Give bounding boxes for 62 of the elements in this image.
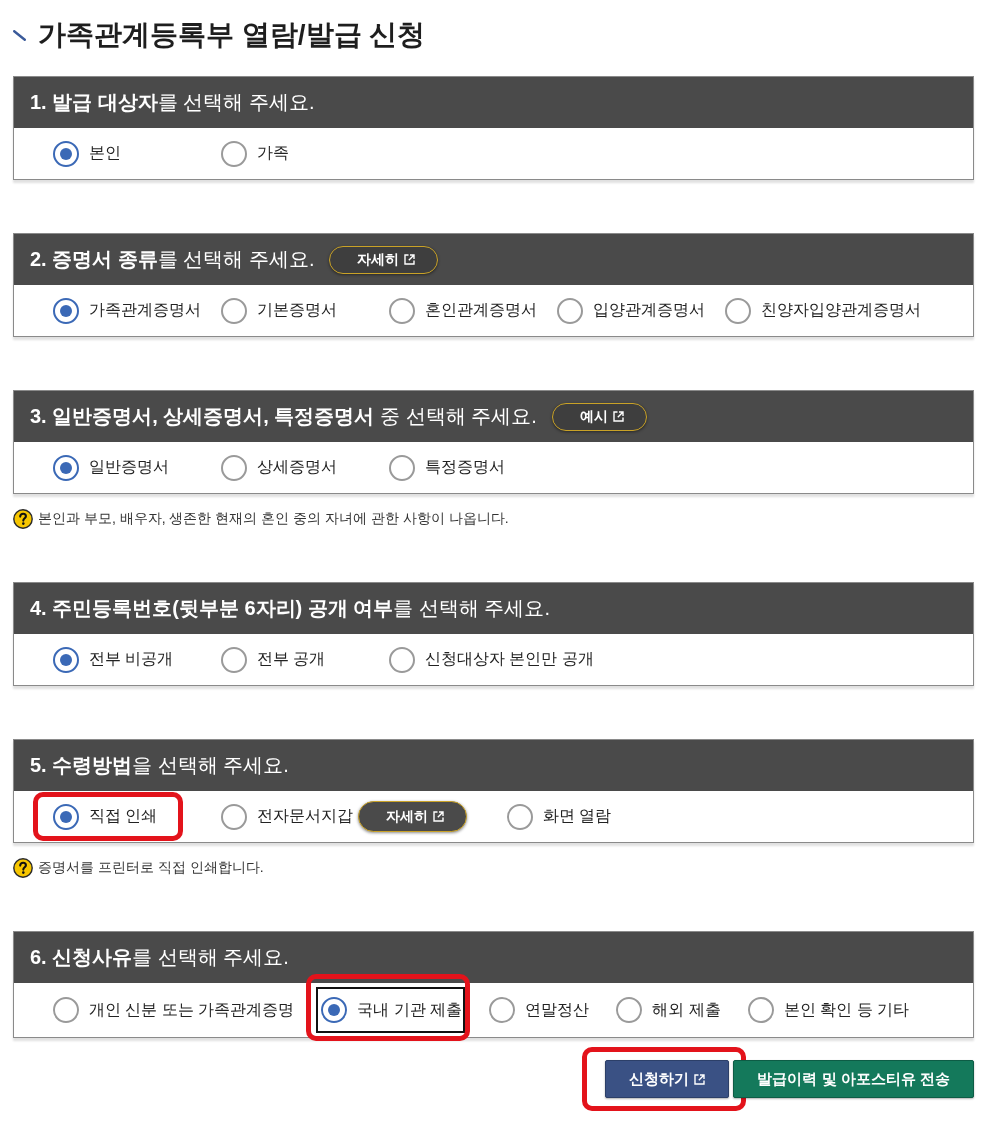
transfer-button[interactable]: 발급이력 및 아포스티유 전송 [733,1060,974,1098]
option-label[interactable]: 신청대상자 본인만 공개 [425,649,594,670]
option-label[interactable]: 특정증명서 [425,457,505,478]
info-link-button[interactable]: 자세히 [329,245,439,274]
help-note: 본인과 부모, 배우자, 생존한 현재의 혼인 중의 자녀에 관한 사항이 나옵니다. [38,510,509,528]
radio-button[interactable] [221,454,247,481]
section-heading: 6. 신청사유를 선택해 주세요. [30,945,289,970]
option-label[interactable]: 가족 [257,143,289,164]
radio-button[interactable] [616,997,643,1023]
option-label[interactable]: 가족관계증명서 [89,300,201,321]
section-heading: 3. 일반증명서, 상세증명서, 특정증명서 중 선택해 주세요. [30,404,537,429]
option-label[interactable]: 화면 열람 [543,806,612,827]
radio-button[interactable] [321,997,348,1023]
option-label[interactable]: 직접 인쇄 [89,806,158,827]
help-icon [13,509,33,529]
option-label[interactable]: 본인 확인 등 기타 [783,999,910,1021]
radio-button[interactable] [507,803,533,830]
info-link-button[interactable]: 예시 [551,402,647,431]
radio-button[interactable] [53,646,79,673]
radio-button[interactable] [725,297,751,324]
radio-button[interactable] [221,297,247,324]
radio-button[interactable] [53,454,79,481]
section-heading: 4. 주민등록번호(뒷부분 6자리) 공개 여부를 선택해 주세요. [30,596,551,621]
apply-button[interactable]: 신청하기 [605,1060,730,1098]
option-label[interactable]: 기본증명서 [257,300,337,321]
option-label[interactable]: 혼인관계증명서 [425,300,537,321]
radio-button[interactable] [557,297,583,324]
radio-button[interactable] [389,646,415,673]
external-link-icon [404,254,416,265]
option-label[interactable]: 국내 기관 제출 [357,999,463,1021]
option-label[interactable]: 개인 신분 또는 가족관계증명 [89,999,295,1021]
option-label[interactable]: 전부 비공개 [89,649,174,670]
help-note: 증명서를 프린터로 직접 인쇄합니다. [38,859,264,877]
option-label[interactable]: 친양자입양관계증명서 [761,300,921,321]
option-label[interactable]: 전부 공개 [257,649,326,670]
radio-button[interactable] [389,454,415,481]
option-label[interactable]: 해외 제출 [652,999,721,1021]
section-heading: 1. 발급 대상자를 선택해 주세요. [30,90,315,115]
radio-button[interactable] [53,997,79,1023]
radio-button[interactable] [53,297,79,324]
option-label[interactable]: 본인 [89,143,121,164]
radio-button[interactable] [221,803,247,830]
option-label[interactable]: 연말정산 [525,999,590,1021]
option-label[interactable]: 상세증명서 [257,457,337,478]
radio-button[interactable] [747,997,774,1023]
info-link-button[interactable]: 자세히 [358,801,467,832]
radio-button[interactable] [489,997,516,1023]
radio-button[interactable] [53,803,79,830]
option-label[interactable]: 전자문서지갑 [257,806,353,827]
radio-button[interactable] [53,140,79,167]
external-link-icon [433,811,444,822]
option-label[interactable]: 일반증명서 [89,457,169,478]
slash-icon [13,29,26,41]
section-heading: 2. 증명서 종류를 선택해 주세요. [30,247,315,272]
option-label[interactable]: 입양관계증명서 [593,300,705,321]
section-heading: 5. 수령방법을 선택해 주세요. [30,753,289,778]
external-link-icon [612,411,624,422]
radio-button[interactable] [221,140,247,167]
help-icon [13,858,33,878]
radio-button[interactable] [389,297,415,324]
radio-button[interactable] [221,646,247,673]
page-title: 가족관계등록부 열람/발급 신청 [38,18,426,52]
